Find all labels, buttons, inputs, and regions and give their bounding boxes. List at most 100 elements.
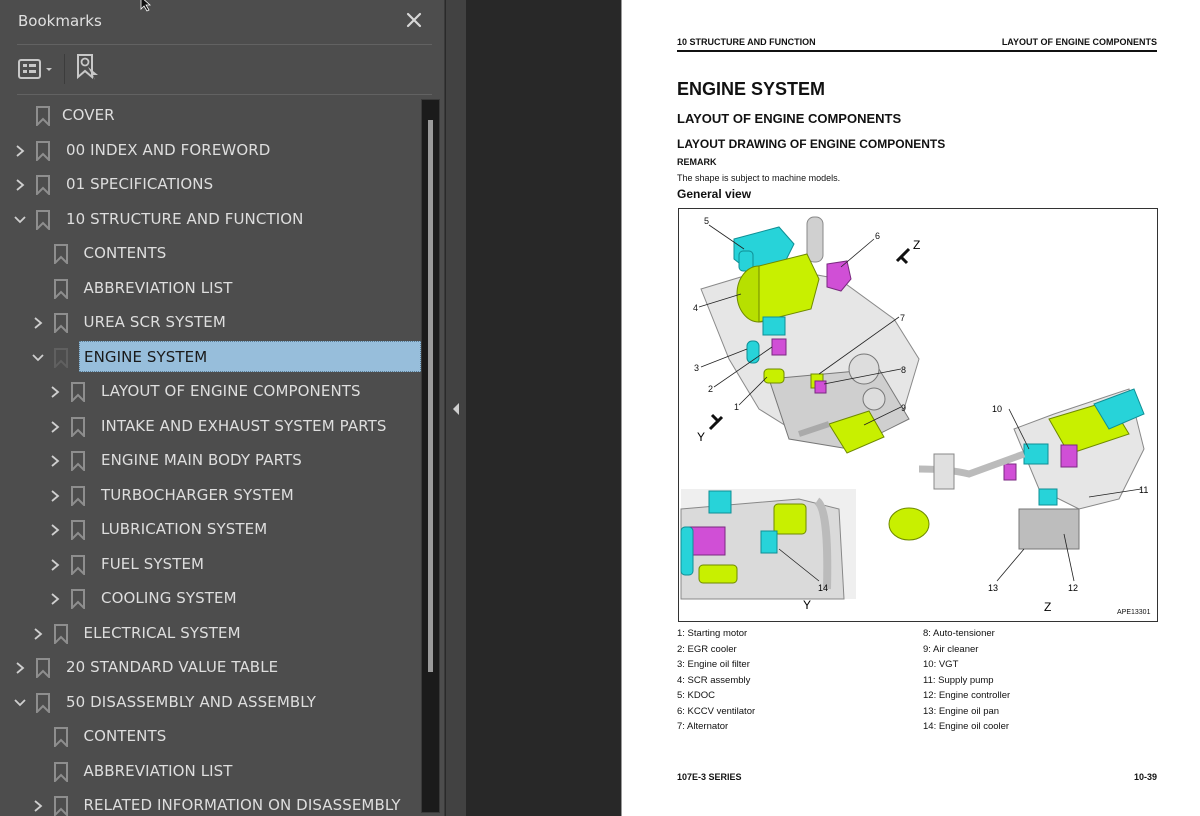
list-options-icon[interactable] (17, 56, 57, 82)
bookmark-label: FUEL SYSTEM (101, 554, 205, 573)
callout-7: 7 (900, 313, 905, 323)
chevron-right-icon[interactable] (13, 177, 27, 193)
bookmarks-toolbar (0, 46, 445, 94)
legend-item: 3: Engine oil filter (677, 659, 750, 670)
legend-item: 9: Air cleaner (923, 643, 979, 655)
legend-item: 13: Engine oil pan (923, 705, 1000, 717)
bookmark-icon (70, 451, 86, 473)
chevron-right-icon[interactable] (31, 315, 45, 331)
bookmark-item[interactable]: CONTENTS (0, 237, 421, 271)
chevron-right-icon[interactable] (48, 522, 62, 538)
bookmark-item[interactable]: ELECTRICAL SYSTEM (0, 617, 421, 651)
bookmark-label: 50 DISASSEMBLY AND ASSEMBLY (66, 692, 316, 711)
bookmark-label: ABBREVIATION LIST (83, 278, 233, 297)
legend-item: 10: VGT (923, 659, 959, 670)
bookmark-item[interactable]: FUEL SYSTEM (0, 548, 421, 582)
callout-3: 3 (694, 363, 699, 373)
callout-14: 14 (818, 583, 828, 593)
close-icon[interactable] (404, 10, 424, 30)
callout-11: 11 (1139, 485, 1148, 495)
bookmark-item[interactable]: RELATED INFORMATION ON DISASSEMBLY (0, 789, 421, 816)
collapse-left-icon[interactable] (451, 401, 461, 415)
bookmark-label: ABBREVIATION LIST (83, 761, 233, 780)
bookmark-item[interactable]: LUBRICATION SYSTEM (0, 513, 421, 547)
bookmark-item[interactable]: TURBOCHARGER SYSTEM (0, 479, 421, 513)
bookmark-item[interactable]: INTAKE AND EXHAUST SYSTEM PARTS (0, 410, 421, 444)
callout-4: 4 (693, 303, 698, 313)
bookmark-item[interactable]: COOLING SYSTEM (0, 582, 421, 616)
bookmark-icon (70, 382, 86, 404)
chevron-right-icon[interactable] (48, 419, 62, 435)
callout-5: 5 (704, 216, 709, 226)
pdf-viewer-window: Bookmarks COVER 00 INDEX AND FOREWORD 01… (0, 0, 1200, 816)
legend-item: 8: Auto-tensioner (923, 628, 995, 639)
legend-item: 4: SCR assembly (677, 674, 751, 686)
section-heading: LAYOUT DRAWING OF ENGINE COMPONENTS (677, 137, 946, 151)
bookmark-label: ENGINE SYSTEM (84, 347, 208, 366)
bookmark-label: CONTENTS (83, 727, 167, 745)
chevron-right-icon[interactable] (13, 660, 27, 676)
bookmark-icon (53, 244, 69, 266)
remark-label: REMARK (677, 157, 717, 167)
bookmark-label: TURBOCHARGER SYSTEM (101, 485, 294, 504)
footer-series: 107E-3 SERIES (677, 772, 742, 782)
view-label-y: Y (697, 430, 705, 444)
find-current-bookmark-icon[interactable] (74, 53, 102, 83)
bookmark-item[interactable]: ABBREVIATION LIST (0, 272, 421, 306)
bookmark-label: LUBRICATION SYSTEM (101, 520, 268, 538)
bookmark-label: CONTENTS (83, 244, 167, 262)
chevron-right-icon[interactable] (48, 453, 62, 469)
toolbar-separator (64, 54, 65, 84)
chevron-right-icon[interactable] (48, 591, 62, 607)
chevron-down-icon[interactable] (13, 212, 27, 228)
detail-view-y: 14 Y (680, 489, 856, 612)
callout-6: 6 (875, 231, 880, 241)
callout-8: 8 (901, 365, 906, 375)
bookmark-item[interactable]: 10 STRUCTURE AND FUNCTION (0, 203, 421, 237)
panel-splitter[interactable] (446, 0, 466, 816)
document-viewer[interactable]: 10 STRUCTURE AND FUNCTION LAYOUT OF ENGI… (466, 0, 1200, 816)
legend-item: 6: KCCV ventilator (677, 705, 756, 717)
bookmark-item[interactable]: 00 INDEX AND FOREWORD (0, 134, 421, 168)
callout-9: 9 (901, 403, 906, 413)
bookmark-label: ELECTRICAL SYSTEM (83, 623, 241, 642)
bookmark-item[interactable]: ENGINE SYSTEM (0, 340, 421, 375)
bookmark-icon (53, 278, 69, 300)
bookmarks-scrollbar[interactable] (421, 99, 440, 813)
view-z-label: Z (1044, 600, 1051, 614)
chevron-right-icon[interactable] (31, 626, 45, 642)
page-number: 10-39 (1133, 772, 1157, 782)
chevron-down-icon[interactable] (31, 350, 45, 366)
chevron-right-icon[interactable] (48, 384, 62, 400)
bookmark-item[interactable]: 50 DISASSEMBLY AND ASSEMBLY (0, 686, 421, 720)
page-title: ENGINE SYSTEM (677, 79, 826, 99)
chevron-right-icon[interactable] (13, 143, 27, 159)
bookmark-item[interactable]: LAYOUT OF ENGINE COMPONENTS (0, 375, 421, 409)
bookmark-item[interactable]: COVER (0, 99, 421, 133)
running-header-left: 10 STRUCTURE AND FUNCTION (677, 37, 816, 47)
mouse-cursor-icon (140, 0, 156, 12)
bookmark-item[interactable]: ENGINE MAIN BODY PARTS (0, 444, 421, 478)
bookmark-item[interactable]: ABBREVIATION LIST (0, 755, 421, 789)
bookmarks-title: Bookmarks (18, 12, 102, 30)
legend-item: 7: Alternator (677, 721, 729, 732)
bookmark-item[interactable]: 20 STANDARD VALUE TABLE (0, 651, 421, 685)
bookmark-icon (35, 692, 51, 714)
view-label-z: Z (913, 238, 920, 252)
bookmark-label: UREA SCR SYSTEM (83, 313, 226, 331)
callout-2: 2 (708, 384, 713, 394)
bookmark-icon (35, 209, 51, 231)
chevron-right-icon[interactable] (48, 488, 62, 504)
engine-view-z: 10 11 12 13 Z (888, 388, 1148, 614)
callout-13: 13 (988, 583, 998, 593)
bookmark-item[interactable]: CONTENTS (0, 720, 421, 754)
bookmark-item[interactable]: 01 SPECIFICATIONS (0, 168, 421, 202)
chevron-right-icon[interactable] (48, 557, 62, 573)
bookmark-item[interactable]: UREA SCR SYSTEM (0, 306, 421, 340)
chevron-down-icon[interactable] (13, 695, 27, 711)
engine-main-view (700, 216, 920, 454)
scrollbar-thumb[interactable] (428, 120, 433, 672)
chevron-right-icon[interactable] (31, 798, 45, 814)
bookmark-icon (53, 347, 69, 369)
legend-left: 1: Starting motor 2: EGR cooler 3: Engine … (677, 626, 755, 735)
